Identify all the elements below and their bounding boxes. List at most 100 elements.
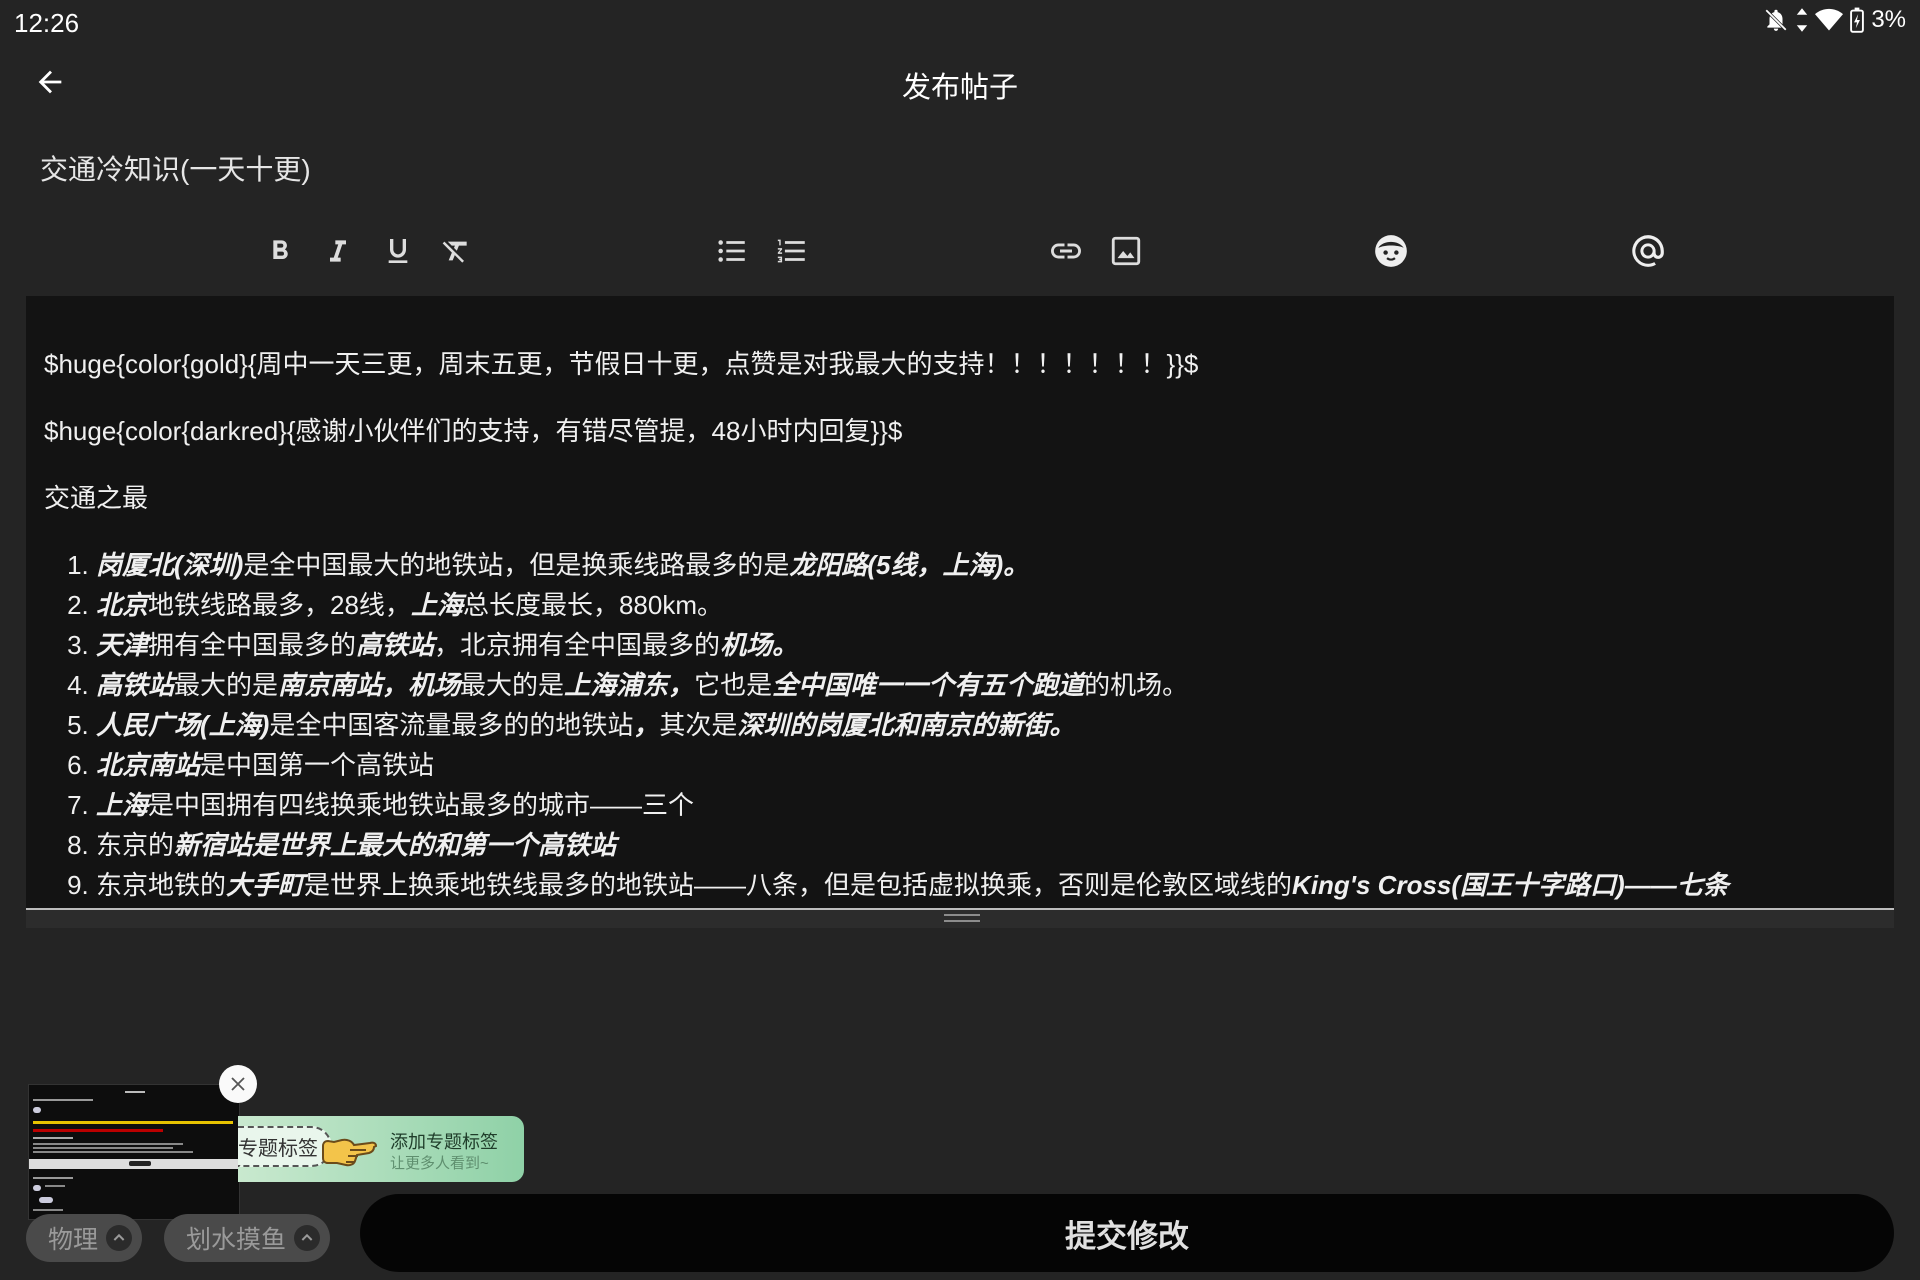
bold-italic-text: 北京 [96, 590, 149, 620]
list-item-text: 是全中国最大的地铁站，但是换乘线路最多的是 [243, 550, 790, 580]
list-item-text: 最大的是 [174, 670, 279, 700]
list-item-text: ，北京拥有全中国最多的 [434, 630, 721, 660]
emoji-button[interactable] [1362, 220, 1420, 282]
topic-banner-title: 添加专题标签 [390, 1132, 498, 1152]
battery-percent: 3% [1871, 6, 1906, 33]
list-item-text: 地铁线路最多，28线， [148, 590, 411, 620]
numbered-list-button[interactable] [763, 220, 821, 282]
bold-italic-text: 全中国唯一一个有五个跑道 [772, 670, 1085, 700]
list-item-text: 它也是 [694, 670, 773, 700]
bell-off-icon [1765, 9, 1788, 31]
content-editor[interactable]: $huge{color{gold}{周中一天三更，周末五更，节假日十更，点赞是对… [26, 296, 1894, 908]
bold-italic-text: 北京南站 [96, 750, 201, 780]
post-title-input[interactable] [28, 140, 1912, 196]
italic-button[interactable] [309, 220, 367, 282]
bold-italic-text: 上海浦东， [564, 670, 695, 700]
bold-italic-text: 天津 [96, 630, 149, 660]
editor-paragraph: $huge{color{gold}{周中一天三更，周末五更，节假日十更，点赞是对… [44, 349, 1199, 379]
editor-list-item: 东京的新宿站是世界上最大的和第一个高铁站 [96, 825, 1876, 865]
editor-list-item: 北京地铁线路最多，28线，上海总长度最长，880km。 [96, 585, 1876, 625]
status-time: 12:26 [14, 8, 80, 38]
close-icon [231, 1077, 245, 1091]
bold-italic-text: King's Cross(国王十字路口)——七条 [1292, 870, 1729, 900]
add-topic-tag-banner[interactable]: 专题标签 添加专题标签 让更多人看到~ [238, 1116, 524, 1182]
list-item-text: 总长度最长，880km。 [462, 590, 723, 620]
screenshot-preview-image [29, 1085, 239, 1219]
editor-list-item: 北京南站是中国第一个高铁站 [96, 745, 1876, 785]
bold-italic-text: 上海 [410, 590, 463, 620]
editor-list-item: 岗厦北(深圳)是全中国最大的地铁站，但是换乘线路最多的是龙阳路(5线，上海)。 [96, 545, 1876, 585]
screenshot-thumbnail[interactable] [28, 1084, 240, 1220]
pointing-hand-icon [322, 1138, 378, 1167]
list-item-text: 是中国拥有四线换乘地铁站最多的城市——三个 [148, 790, 695, 820]
format-toolbar [0, 220, 1920, 282]
bullet-list-icon [718, 240, 745, 262]
bold-italic-text: 新宿站是世界上最大的和第一个高铁站 [174, 830, 617, 860]
bullet-list-button[interactable] [703, 220, 761, 282]
bold-button[interactable] [251, 220, 309, 282]
tag-chip-label: 物理 [48, 1226, 99, 1254]
topic-banner-subtitle: 让更多人看到~ [390, 1155, 489, 1172]
list-item-text: 其次是 [659, 710, 738, 740]
bold-italic-text: 南京南站，机场 [278, 670, 461, 700]
editor-paragraph: 交通之最 [44, 483, 149, 513]
list-item-text: 东京的 [96, 830, 175, 860]
submit-edit-button[interactable]: 提交修改 [360, 1194, 1894, 1272]
submit-button-label: 提交修改 [1065, 1218, 1189, 1254]
tag-chip-label: 划水摸鱼 [186, 1226, 287, 1254]
image-icon [1111, 236, 1141, 266]
chevron-up-icon[interactable] [294, 1225, 321, 1251]
bold-italic-text: 机场。 [720, 630, 799, 660]
chevron-up-icon[interactable] [106, 1225, 133, 1251]
editor-list-item: 上海是中国拥有四线换乘地铁站最多的城市——三个 [96, 785, 1876, 825]
bold-italic-text: ， [633, 710, 660, 740]
editor-list-item: 高铁站最大的是南京南站，机场最大的是上海浦东，它也是全中国唯一一个有五个跑道的机… [96, 665, 1876, 705]
emoji-icon [1375, 235, 1407, 267]
bold-italic-text: 上海 [96, 790, 149, 820]
editor-paragraph: $huge{color{darkred}{感谢小伙伴们的支持，有错尽管提，48小… [44, 416, 903, 446]
editor-numbered-list: 岗厦北(深圳)是全中国最大的地铁站，但是换乘线路最多的是龙阳路(5线，上海)。北… [44, 545, 1876, 905]
numbered-list-icon [777, 239, 805, 263]
clear-format-button[interactable] [427, 220, 485, 282]
bold-icon [273, 240, 288, 259]
mention-icon [1632, 235, 1664, 267]
editor-resize-bar [26, 908, 1894, 928]
underline-icon [388, 239, 408, 263]
wifi-icon [1815, 8, 1844, 31]
tag-chip-physics[interactable]: 物理 [26, 1214, 143, 1262]
status-icons: 3% [1763, 6, 1906, 34]
list-item-text: 最大的是 [460, 670, 565, 700]
editor-list-item: 东京地铁的大手町是世界上换乘地铁线最多的地铁站——八条，但是包括虚拟换乘，否则是… [96, 865, 1876, 905]
link-button[interactable] [1037, 220, 1095, 282]
status-bar: 12:26 3% [0, 0, 1920, 44]
editor-list-item: 天津拥有全中国最多的高铁站，北京拥有全中国最多的机场。 [96, 625, 1876, 665]
bold-italic-text: 大手町 [226, 870, 305, 900]
app-bar: 发布帖子 [0, 44, 1920, 120]
bold-italic-text: 人民广场(上海) [96, 710, 270, 740]
page-title: 发布帖子 [901, 72, 1018, 104]
resize-handle[interactable] [944, 914, 980, 922]
data-arrows-icon [1797, 8, 1808, 32]
bold-italic-text: 岗厦北(深圳) [96, 550, 244, 580]
list-item-text: 是全中国客流量最多的的地铁站 [269, 710, 634, 740]
tag-chip-slacking[interactable]: 划水摸鱼 [164, 1214, 331, 1262]
list-item-text: 的机场。 [1084, 670, 1189, 700]
bold-italic-text: 高铁站 [96, 670, 175, 700]
topic-tag-chip: 专题标签 [238, 1126, 332, 1167]
clear-format-icon [442, 241, 467, 263]
thumbnail-close-button[interactable] [219, 1065, 257, 1103]
bold-italic-text: 高铁站 [356, 630, 435, 660]
link-icon [1051, 243, 1081, 259]
bold-italic-text: 龙阳路(5线，上海)。 [789, 550, 1030, 580]
underline-button[interactable] [369, 220, 427, 282]
list-item-text: 东京地铁的 [96, 870, 227, 900]
editor-list-item: 人民广场(上海)是全中国客流量最多的的地铁站，其次是深圳的岗厦北和南京的新街。 [96, 705, 1876, 745]
list-item-text: 是中国第一个高铁站 [200, 750, 435, 780]
mention-button[interactable] [1619, 220, 1677, 282]
list-item-text: 拥有全中国最多的 [148, 630, 357, 660]
image-button[interactable] [1097, 220, 1155, 282]
battery-charging-icon [1850, 7, 1865, 33]
list-item-text: 是世界上换乘地铁线最多的地铁站——八条，但是包括虚拟换乘，否则是伦敦区域线的 [304, 870, 1293, 900]
italic-icon [330, 240, 346, 262]
bold-italic-text: 深圳的岗厦北和南京的新街。 [737, 710, 1076, 740]
